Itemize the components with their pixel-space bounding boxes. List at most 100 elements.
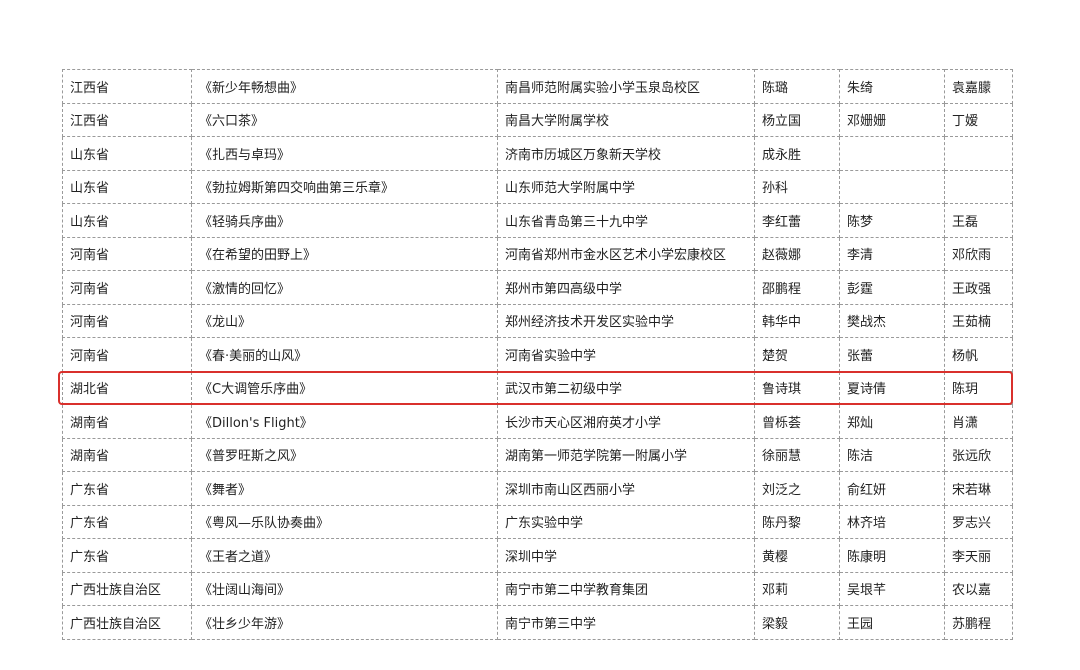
piece-title-cell: 《壮阔山海间》 bbox=[191, 571, 498, 606]
province-cell: 江西省 bbox=[62, 102, 192, 137]
province-cell: 广西壮族自治区 bbox=[62, 571, 192, 606]
school-cell: 深圳中学 bbox=[497, 538, 755, 573]
person-cell-1: 邵鹏程 bbox=[754, 270, 840, 305]
province-cell: 江西省 bbox=[62, 69, 192, 104]
school-cell: 深圳市南山区西丽小学 bbox=[497, 471, 755, 506]
person-cell-2: 樊战杰 bbox=[839, 303, 945, 338]
person-cell-3: 农以嘉 bbox=[944, 571, 1013, 606]
table-row: 河南省 《龙山》 郑州经济技术开发区实验中学 韩华中 樊战杰 王茹楠 bbox=[62, 303, 1013, 338]
school-cell: 广东实验中学 bbox=[497, 504, 755, 539]
province-cell: 山东省 bbox=[62, 169, 192, 204]
person-cell-1: 陈丹黎 bbox=[754, 504, 840, 539]
person-cell-3: 王磊 bbox=[944, 203, 1013, 238]
results-table-container: 江西省 《新少年畅想曲》 南昌师范附属实验小学玉泉岛校区 陈璐 朱绮 袁嘉朦 江西省 《六口茶… bbox=[62, 69, 1013, 640]
person-cell-1: 成永胜 bbox=[754, 136, 840, 171]
school-cell: 河南省实验中学 bbox=[497, 337, 755, 372]
person-cell-2: 陈洁 bbox=[839, 437, 945, 472]
piece-title-cell: 《王者之道》 bbox=[191, 538, 498, 573]
table-row: 湖南省 《Dillon's Flight》 长沙市天心区湘府英才小学 曾栎荟 郑灿 肖潇 bbox=[62, 404, 1013, 439]
table-row: 广西壮族自治区 《壮乡少年游》 南宁市第三中学 梁毅 王园 苏鹏程 bbox=[62, 605, 1013, 640]
person-cell-3: 杨帆 bbox=[944, 337, 1013, 372]
person-cell-1: 赵薇娜 bbox=[754, 236, 840, 271]
piece-title-cell: 《Dillon's Flight》 bbox=[191, 404, 498, 439]
table-row: 广东省 《舞者》 深圳市南山区西丽小学 刘泛之 俞红妍 宋若琳 bbox=[62, 471, 1013, 506]
person-cell-1: 梁毅 bbox=[754, 605, 840, 640]
person-cell-1: 陈璐 bbox=[754, 69, 840, 104]
piece-title-cell: 《龙山》 bbox=[191, 303, 498, 338]
province-cell: 广东省 bbox=[62, 538, 192, 573]
person-cell-2 bbox=[839, 136, 945, 171]
person-cell-2: 邓姗姗 bbox=[839, 102, 945, 137]
piece-title-cell: 《在希望的田野上》 bbox=[191, 236, 498, 271]
person-cell-2: 陈康明 bbox=[839, 538, 945, 573]
table-row: 湖北省 《C大调管乐序曲》 武汉市第二初级中学 鲁诗琪 夏诗倩 陈玥 bbox=[62, 370, 1013, 405]
person-cell-3: 袁嘉朦 bbox=[944, 69, 1013, 104]
person-cell-3: 张远欣 bbox=[944, 437, 1013, 472]
table-row: 广东省 《粤风—乐队协奏曲》 广东实验中学 陈丹黎 林齐培 罗志兴 bbox=[62, 504, 1013, 539]
province-cell: 河南省 bbox=[62, 270, 192, 305]
person-cell-3: 王政强 bbox=[944, 270, 1013, 305]
province-cell: 广西壮族自治区 bbox=[62, 605, 192, 640]
piece-title-cell: 《扎西与卓玛》 bbox=[191, 136, 498, 171]
person-cell-3: 陈玥 bbox=[944, 370, 1013, 405]
person-cell-2: 张蕾 bbox=[839, 337, 945, 372]
person-cell-2: 朱绮 bbox=[839, 69, 945, 104]
person-cell-2: 彭霆 bbox=[839, 270, 945, 305]
table-row: 河南省 《在希望的田野上》 河南省郑州市金水区艺术小学宏康校区 赵薇娜 李清 邓欣雨 bbox=[62, 236, 1013, 271]
province-cell: 湖南省 bbox=[62, 437, 192, 472]
school-cell: 山东师范大学附属中学 bbox=[497, 169, 755, 204]
person-cell-3: 罗志兴 bbox=[944, 504, 1013, 539]
table-row: 江西省 《新少年畅想曲》 南昌师范附属实验小学玉泉岛校区 陈璐 朱绮 袁嘉朦 bbox=[62, 69, 1013, 104]
person-cell-2: 林齐培 bbox=[839, 504, 945, 539]
person-cell-3: 王茹楠 bbox=[944, 303, 1013, 338]
piece-title-cell: 《勃拉姆斯第四交响曲第三乐章》 bbox=[191, 169, 498, 204]
school-cell: 南昌师范附属实验小学玉泉岛校区 bbox=[497, 69, 755, 104]
province-cell: 广东省 bbox=[62, 471, 192, 506]
school-cell: 南宁市第二中学教育集团 bbox=[497, 571, 755, 606]
person-cell-3 bbox=[944, 136, 1013, 171]
province-cell: 山东省 bbox=[62, 136, 192, 171]
school-cell: 长沙市天心区湘府英才小学 bbox=[497, 404, 755, 439]
piece-title-cell: 《春·美丽的山风》 bbox=[191, 337, 498, 372]
school-cell: 郑州市第四高级中学 bbox=[497, 270, 755, 305]
province-cell: 河南省 bbox=[62, 236, 192, 271]
school-cell: 湖南第一师范学院第一附属小学 bbox=[497, 437, 755, 472]
table-row: 山东省 《扎西与卓玛》 济南市历城区万象新天学校 成永胜 bbox=[62, 136, 1013, 171]
person-cell-1: 楚贺 bbox=[754, 337, 840, 372]
person-cell-2: 李清 bbox=[839, 236, 945, 271]
table-row: 湖南省 《普罗旺斯之风》 湖南第一师范学院第一附属小学 徐丽慧 陈洁 张远欣 bbox=[62, 437, 1013, 472]
person-cell-3: 宋若琳 bbox=[944, 471, 1013, 506]
school-cell: 武汉市第二初级中学 bbox=[497, 370, 755, 405]
person-cell-1: 韩华中 bbox=[754, 303, 840, 338]
province-cell: 河南省 bbox=[62, 303, 192, 338]
school-cell: 南宁市第三中学 bbox=[497, 605, 755, 640]
person-cell-2 bbox=[839, 169, 945, 204]
table-row: 山东省 《轻骑兵序曲》 山东省青岛第三十九中学 李红蕾 陈梦 王磊 bbox=[62, 203, 1013, 238]
person-cell-2: 夏诗倩 bbox=[839, 370, 945, 405]
school-cell: 郑州经济技术开发区实验中学 bbox=[497, 303, 755, 338]
province-cell: 湖北省 bbox=[62, 370, 192, 405]
person-cell-2: 陈梦 bbox=[839, 203, 945, 238]
piece-title-cell: 《舞者》 bbox=[191, 471, 498, 506]
piece-title-cell: 《壮乡少年游》 bbox=[191, 605, 498, 640]
table-row: 山东省 《勃拉姆斯第四交响曲第三乐章》 山东师范大学附属中学 孙科 bbox=[62, 169, 1013, 204]
person-cell-3: 李天丽 bbox=[944, 538, 1013, 573]
piece-title-cell: 《六口茶》 bbox=[191, 102, 498, 137]
person-cell-1: 孙科 bbox=[754, 169, 840, 204]
piece-title-cell: 《C大调管乐序曲》 bbox=[191, 370, 498, 405]
piece-title-cell: 《普罗旺斯之风》 bbox=[191, 437, 498, 472]
province-cell: 广东省 bbox=[62, 504, 192, 539]
person-cell-1: 刘泛之 bbox=[754, 471, 840, 506]
person-cell-3: 丁嫒 bbox=[944, 102, 1013, 137]
person-cell-1: 邓莉 bbox=[754, 571, 840, 606]
person-cell-3: 肖潇 bbox=[944, 404, 1013, 439]
school-cell: 南昌大学附属学校 bbox=[497, 102, 755, 137]
person-cell-3: 苏鹏程 bbox=[944, 605, 1013, 640]
school-cell: 山东省青岛第三十九中学 bbox=[497, 203, 755, 238]
piece-title-cell: 《轻骑兵序曲》 bbox=[191, 203, 498, 238]
person-cell-2: 俞红妍 bbox=[839, 471, 945, 506]
table-row: 河南省 《春·美丽的山风》 河南省实验中学 楚贺 张蕾 杨帆 bbox=[62, 337, 1013, 372]
person-cell-1: 曾栎荟 bbox=[754, 404, 840, 439]
person-cell-1: 鲁诗琪 bbox=[754, 370, 840, 405]
province-cell: 湖南省 bbox=[62, 404, 192, 439]
